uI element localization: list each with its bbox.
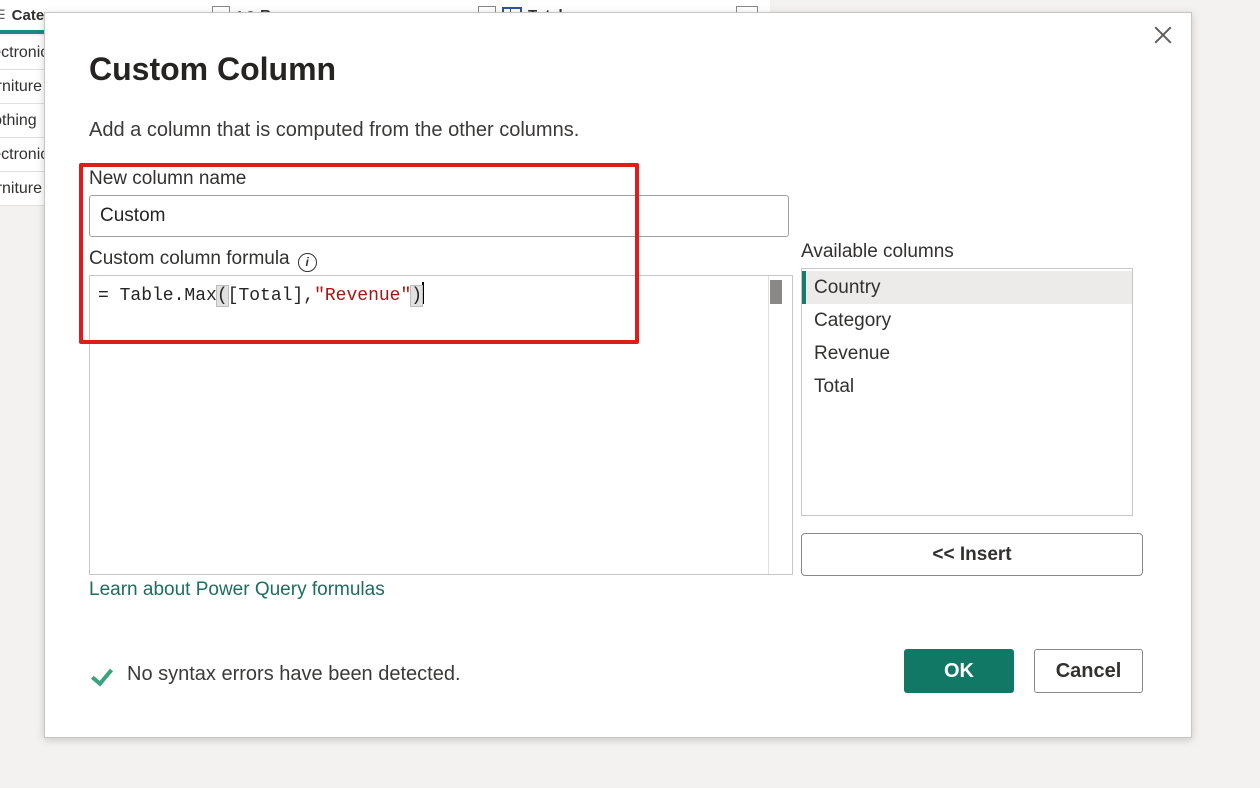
new-column-name-input[interactable] (89, 195, 789, 237)
formula-label-row: Custom column formula i (89, 248, 317, 272)
custom-column-dialog: Custom Column Add a column that is compu… (44, 12, 1192, 738)
table-cell[interactable]: Furniture (0, 70, 44, 104)
info-icon[interactable]: i (297, 253, 317, 272)
ok-button[interactable]: OK (904, 649, 1014, 693)
status-text: No syntax errors have been detected. (127, 663, 461, 685)
dialog-subtitle: Add a column that is computed from the o… (89, 119, 580, 141)
selected-column-indicator (0, 30, 44, 34)
new-column-name-label: New column name (89, 168, 247, 189)
formula-scrollbar[interactable] (768, 276, 792, 574)
learn-power-query-link[interactable]: Learn about Power Query formulas (89, 579, 385, 601)
list-item-total[interactable]: Total (802, 370, 1132, 403)
table-cell[interactable]: Electronics (0, 138, 44, 172)
dialog-title: Custom Column (89, 51, 337, 87)
insert-button[interactable]: << Insert (801, 533, 1143, 576)
table-cell[interactable]: Electronics (0, 36, 44, 70)
formula-editor[interactable]: = Table.Max([Total],"Revenue") (89, 275, 793, 575)
text-type-icon: ☰ (0, 7, 6, 23)
checkmark-icon (93, 664, 115, 686)
table-cell[interactable]: Furniture (0, 172, 44, 206)
available-columns-list[interactable]: Country Category Revenue Total (801, 268, 1133, 516)
text-caret (422, 282, 425, 304)
table-cell[interactable]: Clothing (0, 104, 44, 138)
custom-column-formula-label: Custom column formula (89, 248, 290, 269)
list-item-category[interactable]: Category (802, 304, 1132, 337)
syntax-status: No syntax errors have been detected. (93, 663, 461, 686)
close-icon[interactable] (1151, 23, 1175, 47)
scrollbar-thumb[interactable] (770, 280, 782, 304)
cancel-button[interactable]: Cancel (1034, 649, 1143, 693)
formula-text[interactable]: = Table.Max([Total],"Revenue") (98, 282, 425, 307)
available-columns-label: Available columns (801, 241, 954, 262)
list-item-revenue[interactable]: Revenue (802, 337, 1132, 370)
list-item-country[interactable]: Country (802, 271, 1132, 304)
category-column-cells: Electronics Furniture Clothing Electroni… (0, 36, 44, 206)
